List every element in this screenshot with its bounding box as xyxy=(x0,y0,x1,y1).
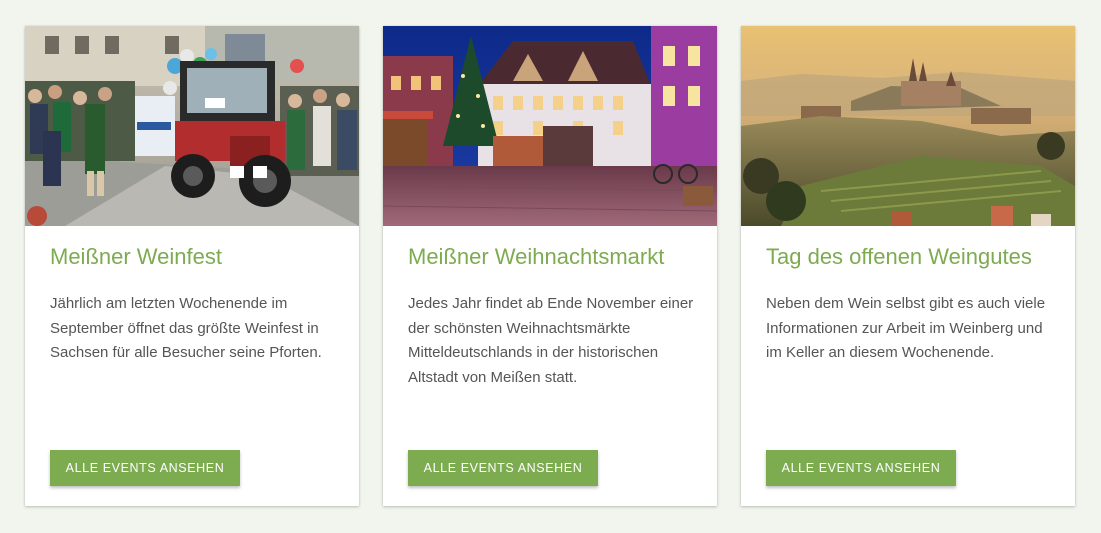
card-description: Jedes Jahr findet ab Ende November einer… xyxy=(408,295,694,386)
card-image-weinfest xyxy=(25,26,359,226)
event-card-weingut: Tag des offenen Weingutes Neben dem Wein… xyxy=(741,26,1075,506)
card-title: Tag des offenen Weingutes xyxy=(766,244,1032,269)
card-description: Neben dem Wein selbst gibt es auch viele… xyxy=(766,295,1046,361)
card-title: Meißner Weinfest xyxy=(50,244,222,269)
card-image-weihnachtsmarkt xyxy=(383,26,717,226)
event-card-weihnachtsmarkt: Meißner Weihnachtsmarkt Jedes Jahr finde… xyxy=(383,26,717,506)
view-all-events-button[interactable]: ALLE EVENTS ANSEHEN xyxy=(766,450,956,486)
card-description: Jährlich am letzten Wochenende im Septem… xyxy=(50,295,322,361)
card-image-weingut xyxy=(741,26,1075,226)
card-title: Meißner Weihnachtsmarkt xyxy=(408,244,665,269)
event-card-weinfest: Meißner Weinfest Jährlich am letzten Woc… xyxy=(25,26,359,506)
view-all-events-button[interactable]: ALLE EVENTS ANSEHEN xyxy=(50,450,240,486)
view-all-events-button[interactable]: ALLE EVENTS ANSEHEN xyxy=(408,450,598,486)
